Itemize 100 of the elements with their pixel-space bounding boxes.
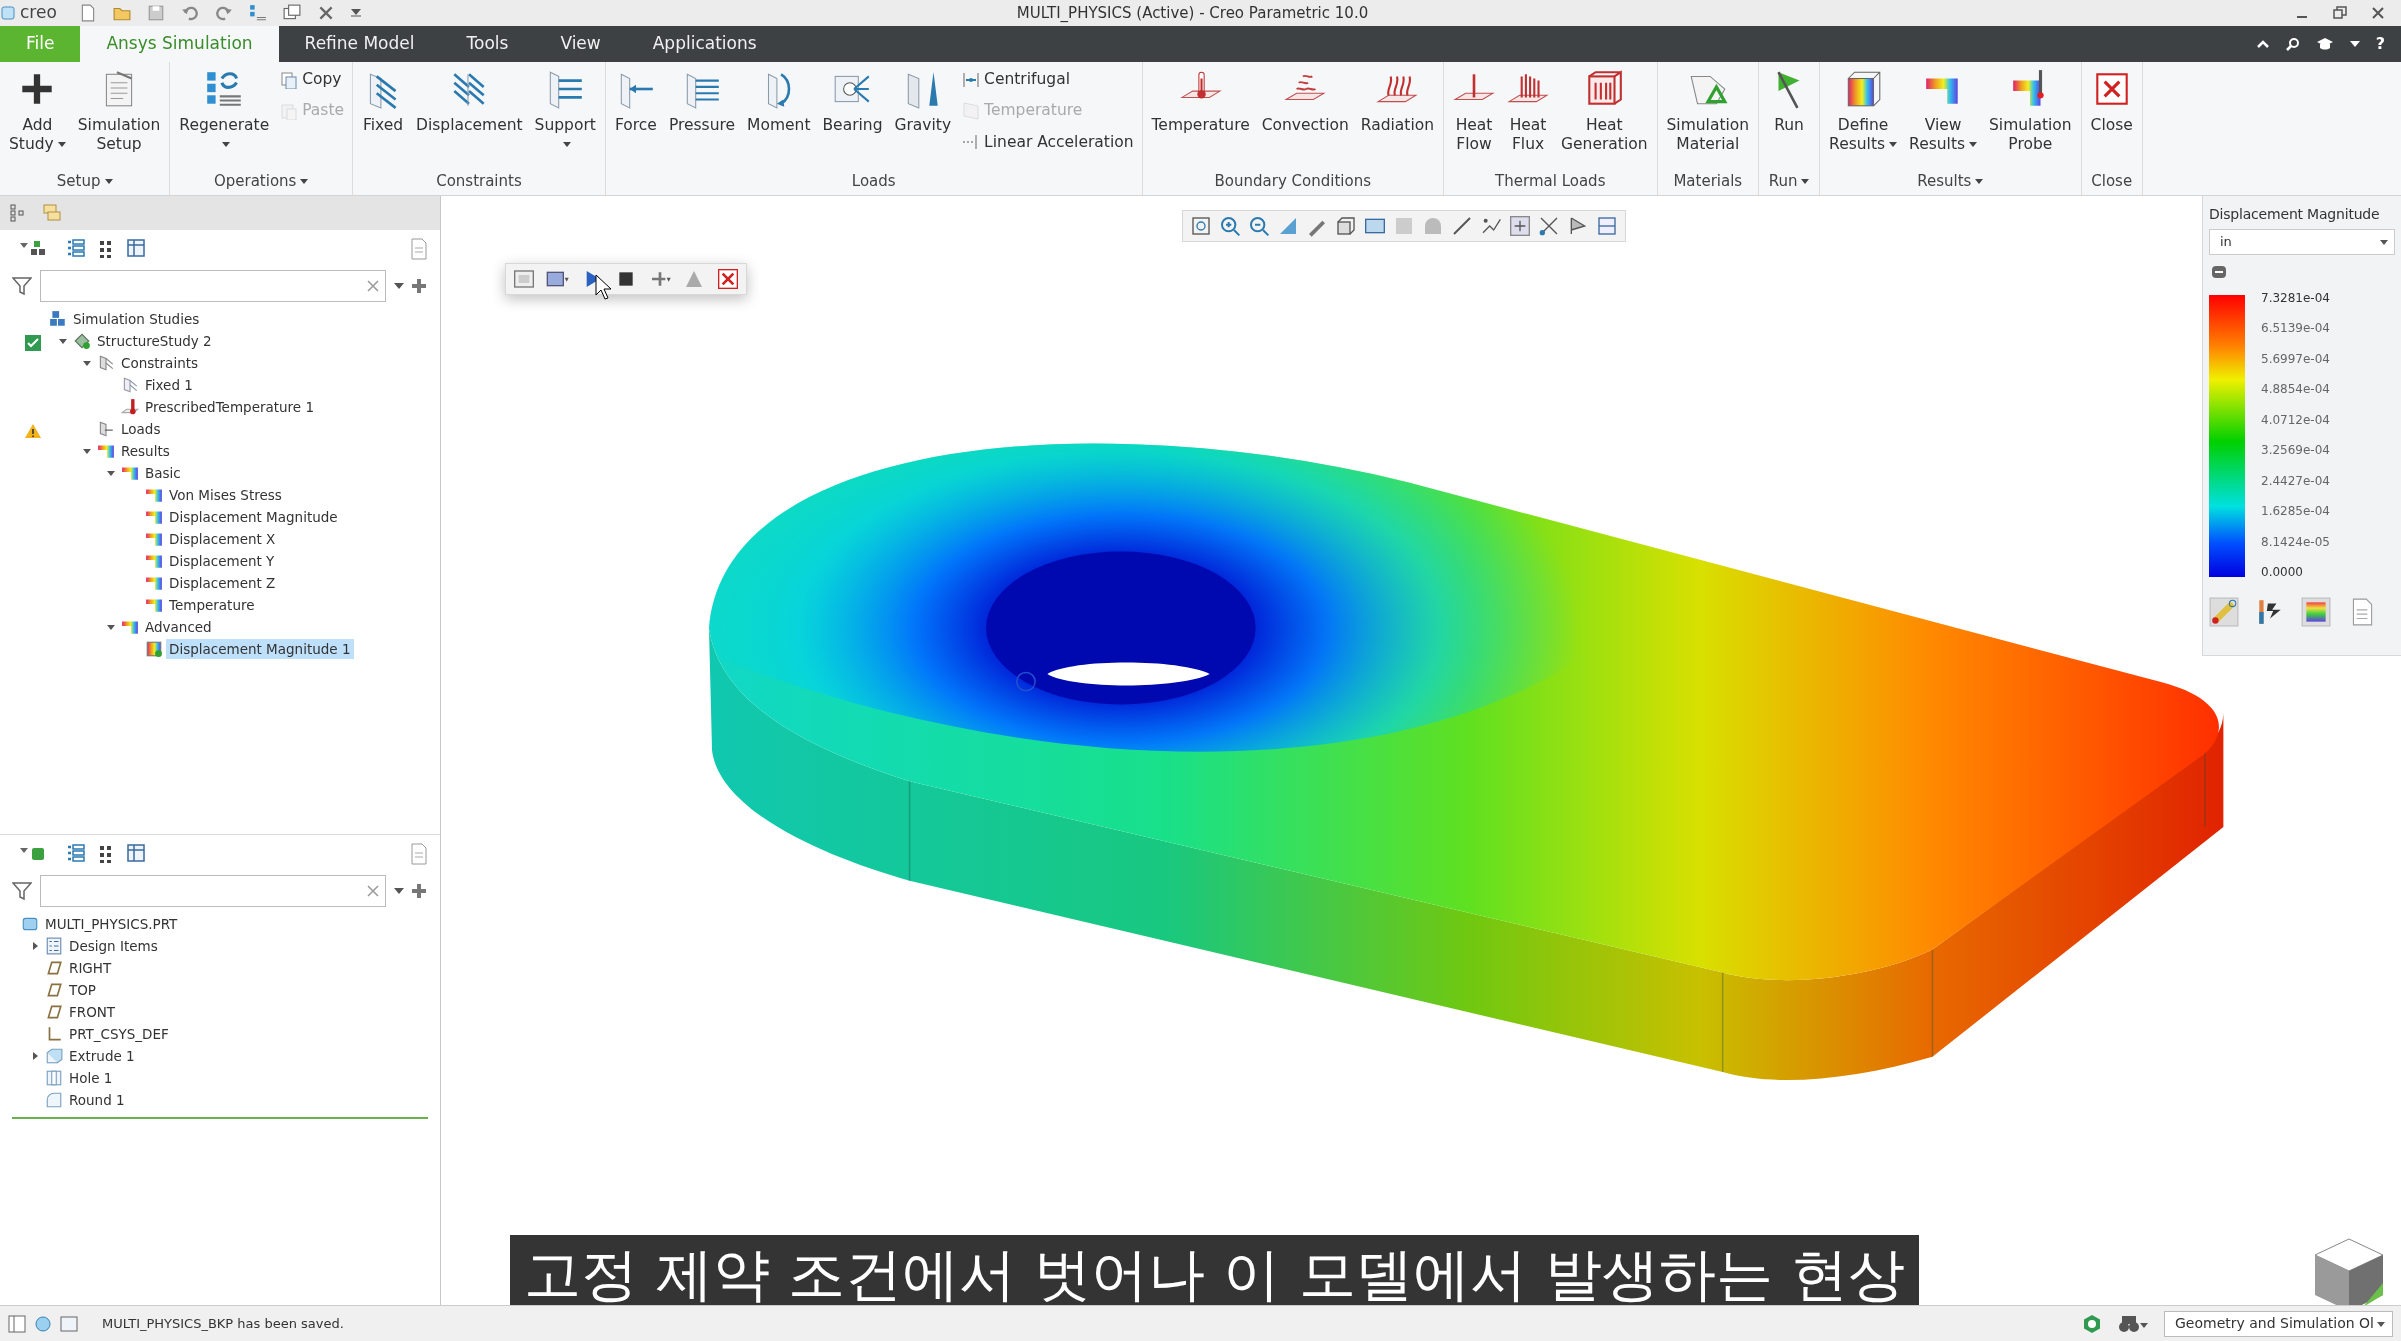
ribbon-button[interactable]: Linear Acceleration (958, 128, 1138, 156)
help-button[interactable]: ? (2375, 32, 2385, 56)
clear-icon[interactable] (367, 280, 379, 292)
zoom-fit-icon[interactable] (1189, 214, 1213, 238)
tree-item[interactable]: Basic (142, 462, 184, 484)
tree-item[interactable]: Displacement X (166, 528, 279, 550)
tree-item[interactable]: Extrude 1 (66, 1045, 138, 1067)
ribbon-button[interactable]: Gravity (889, 64, 957, 140)
spin-center-icon[interactable] (1508, 214, 1532, 238)
undo-icon[interactable] (180, 4, 199, 22)
caret-icon[interactable] (394, 283, 404, 289)
ribbon-tab[interactable]: Tools (440, 26, 535, 62)
probe-display-icon[interactable] (2209, 597, 2239, 627)
tree-item[interactable]: Results (118, 440, 173, 462)
cube-icon[interactable] (1334, 214, 1358, 238)
list-view-icon[interactable] (66, 239, 86, 259)
tree-item[interactable]: Fixed 1 (142, 374, 196, 396)
close-icon[interactable] (2371, 6, 2385, 20)
ribbon-tab[interactable]: Ansys Simulation (80, 26, 279, 62)
collapse-icon[interactable] (2211, 264, 2227, 279)
expanded-arrow-icon[interactable] (82, 446, 92, 456)
panel-toggle-icon[interactable] (8, 1314, 26, 1333)
tree-item[interactable]: Loads (118, 418, 164, 440)
tree-item[interactable]: Displacement Y (166, 550, 278, 572)
ribbon-button[interactable]: Bearing (817, 64, 888, 140)
expanded-arrow-icon[interactable] (82, 358, 92, 368)
clear-icon[interactable] (367, 885, 379, 897)
list-view-icon[interactable] (66, 844, 86, 864)
table-settings-icon[interactable] (126, 238, 148, 260)
restore-icon[interactable] (2333, 6, 2347, 20)
group-label[interactable]: Results (1824, 169, 2077, 195)
tree-item[interactable]: RIGHT (66, 957, 115, 979)
tree-item[interactable]: Temperature (166, 594, 258, 616)
regenerate-icon[interactable] (248, 4, 267, 22)
filter-field[interactable] (40, 270, 386, 302)
ribbon-button[interactable]: View Results (1904, 64, 1983, 159)
collapsed-arrow-icon[interactable] (30, 941, 40, 951)
group-label[interactable]: Setup (4, 169, 166, 195)
ribbon-button[interactable]: Copy (276, 66, 349, 94)
selection-filter-dropdown[interactable]: Geometry and Simulation Ol (2164, 1310, 2393, 1337)
ribbon-tab[interactable]: View (534, 26, 627, 62)
expanded-arrow-icon[interactable] (58, 336, 68, 346)
ribbon-button[interactable]: Pressure (663, 64, 741, 140)
ribbon-button[interactable]: Force (609, 64, 662, 140)
customize-caret-icon[interactable] (350, 9, 361, 17)
ribbon-button[interactable]: Convection (1256, 64, 1354, 140)
ribbon-button[interactable]: Heat Flux (1502, 64, 1555, 159)
group-label[interactable]: Operations (174, 169, 349, 195)
ribbon-button[interactable]: Temperature (1146, 64, 1255, 140)
filter-icon[interactable] (12, 276, 32, 296)
tree-item[interactable]: Simulation Studies (70, 308, 203, 330)
frame-icon[interactable] (512, 267, 536, 291)
add-icon[interactable] (412, 884, 426, 898)
tree-item[interactable]: Displacement Magnitude 1 (166, 638, 354, 660)
tree-item[interactable]: Displacement Magnitude (166, 506, 341, 528)
tree-item[interactable]: StructureStudy 2 (94, 330, 215, 352)
expanded-arrow-icon[interactable] (106, 622, 116, 632)
ribbon-button[interactable]: Heat Flow (1448, 64, 1501, 159)
tree-item[interactable]: PrescribedTemperature 1 (142, 396, 318, 418)
filter-field[interactable] (40, 875, 386, 907)
ribbon-button[interactable]: Simulation Setup (72, 64, 166, 159)
ribbon-button[interactable]: Radiation (1355, 64, 1440, 140)
tree-item[interactable]: TOP (66, 979, 99, 1001)
ribbon-button[interactable]: Moment (742, 64, 816, 140)
model-display-icon[interactable] (1595, 214, 1619, 238)
ribbon-button[interactable]: Run (1763, 64, 1816, 140)
zoom-in-icon[interactable] (1218, 214, 1242, 238)
tree-item[interactable]: Constraints (118, 352, 202, 374)
browser-icon[interactable] (34, 1314, 52, 1333)
save-icon[interactable] (146, 4, 165, 22)
ribbon-tab[interactable]: Refine Model (278, 26, 441, 62)
caret-icon[interactable] (394, 888, 404, 894)
tree-item[interactable]: Displacement Z (166, 572, 279, 594)
tree-item[interactable]: MULTI_PHYSICS.PRT (42, 913, 181, 935)
color-palette-icon[interactable] (2301, 597, 2331, 627)
compact-list-icon[interactable] (98, 844, 114, 864)
unit-dropdown[interactable]: in (2209, 229, 2395, 255)
tree-item[interactable]: Design Items (66, 935, 161, 957)
ribbon-button[interactable]: Define Results (1824, 64, 1903, 159)
expanded-arrow-icon[interactable] (106, 468, 116, 478)
group-label[interactable]: Run (1763, 169, 1816, 195)
ribbon-button[interactable]: Simulation Material (1661, 64, 1755, 159)
table-settings-icon[interactable] (126, 843, 148, 865)
ribbon-button[interactable]: Support (529, 64, 601, 159)
ribbon-button[interactable]: Regenerate (174, 64, 275, 159)
ribbon-button[interactable]: Displacement (411, 64, 528, 140)
search-icon[interactable] (2285, 37, 2300, 51)
tree-item[interactable]: PRT_CSYS_DEF (66, 1023, 172, 1045)
ribbon-button[interactable]: Close (2085, 64, 2138, 140)
tree-item[interactable]: Von Mises Stress (166, 484, 285, 506)
ribbon-button[interactable]: Fixed (357, 64, 410, 140)
windows-icon[interactable] (282, 4, 301, 22)
collapsed-arrow-icon[interactable] (30, 1051, 40, 1061)
zoom-out-icon[interactable] (1247, 214, 1271, 238)
regen-status-icon[interactable] (2082, 1313, 2102, 1334)
tree-item[interactable]: Round 1 (66, 1089, 128, 1111)
checked-checkbox-icon[interactable] (24, 334, 42, 352)
ribbon-button[interactable]: Add Study (4, 64, 71, 159)
graduation-cap-icon[interactable] (2315, 37, 2334, 51)
filter-icon[interactable] (12, 881, 32, 901)
